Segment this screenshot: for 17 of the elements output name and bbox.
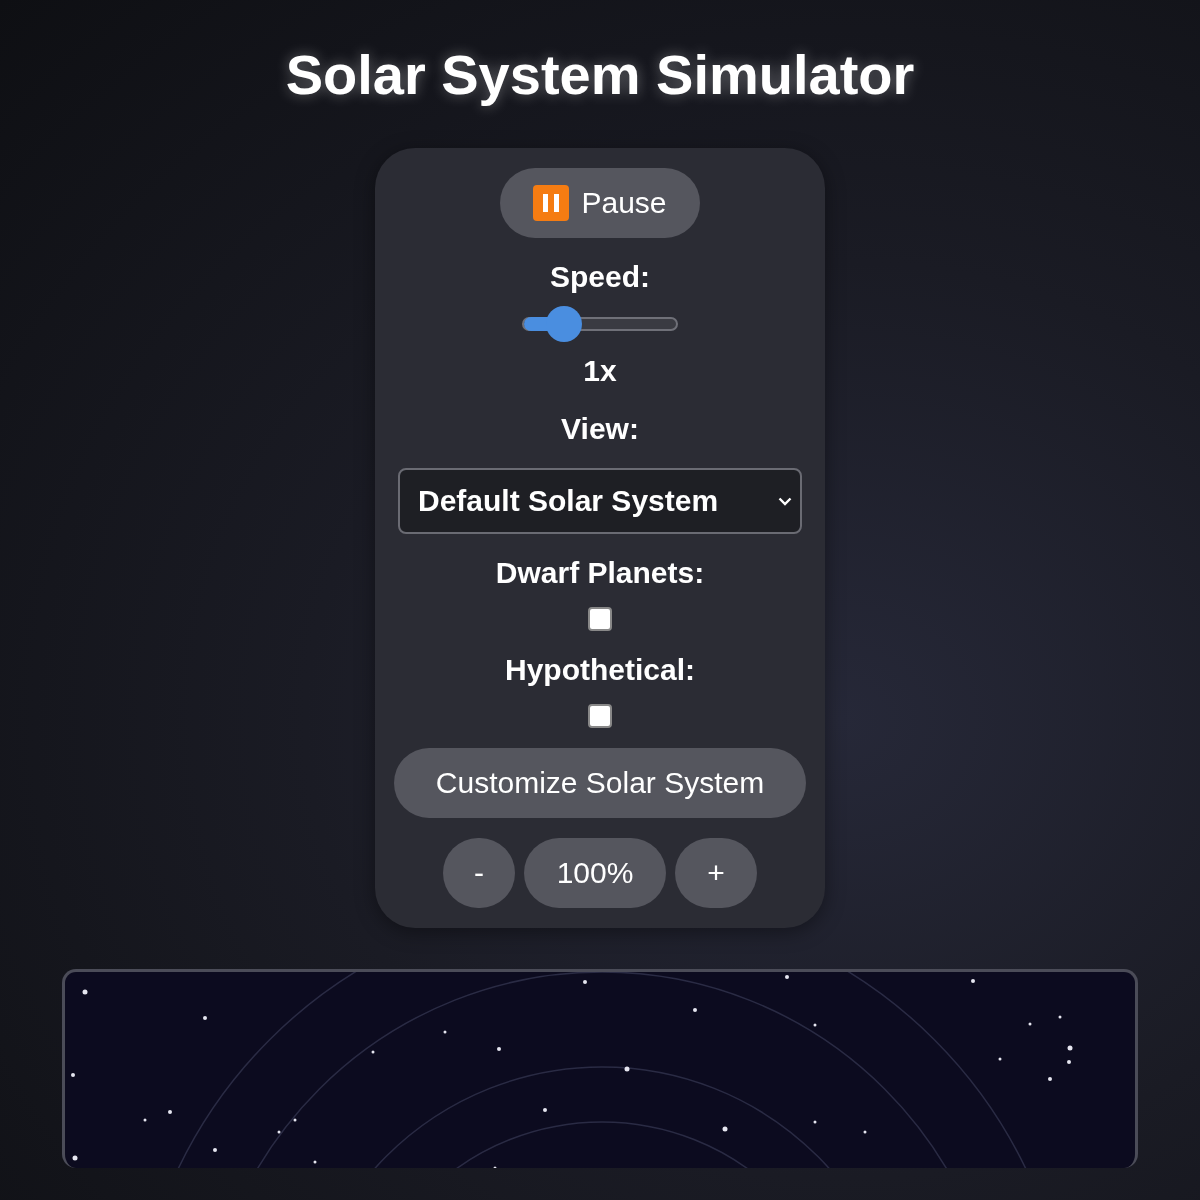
zoom-out-button[interactable]: - bbox=[443, 838, 515, 908]
pause-icon bbox=[533, 185, 570, 221]
option-label: Hypothetical: bbox=[505, 652, 695, 688]
speed-label: Speed: bbox=[550, 259, 650, 295]
view-label: View: bbox=[561, 411, 639, 447]
pause-button[interactable]: Pause bbox=[500, 168, 700, 238]
checkbox[interactable] bbox=[588, 704, 612, 728]
speed-value: 1x bbox=[583, 353, 617, 389]
checkbox[interactable] bbox=[588, 607, 612, 631]
chevron-down-icon bbox=[778, 496, 792, 506]
page-title: Solar System Simulator bbox=[285, 42, 915, 108]
zoom-reset-button[interactable]: 100% bbox=[524, 838, 666, 908]
option-label: Dwarf Planets: bbox=[495, 555, 705, 591]
view-dropdown[interactable]: Default Solar System bbox=[398, 468, 802, 534]
customize-button[interactable]: Customize Solar System bbox=[394, 748, 806, 818]
zoom-in-button[interactable]: + bbox=[675, 838, 757, 908]
speed-slider[interactable] bbox=[522, 306, 678, 342]
